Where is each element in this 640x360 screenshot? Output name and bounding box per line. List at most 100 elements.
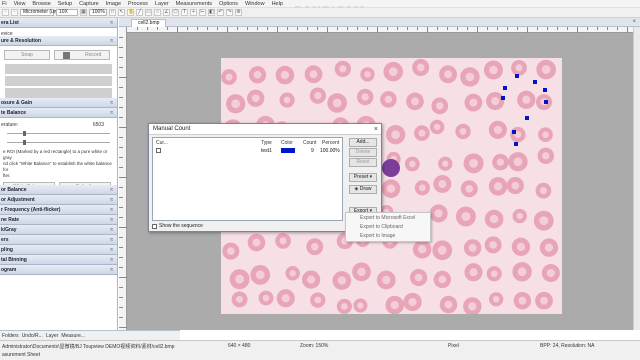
menu-item-image[interactable]: Image bbox=[106, 1, 121, 7]
section-white-balance[interactable]: te Balance ≈ bbox=[0, 108, 117, 118]
red-blood-cell bbox=[301, 270, 321, 289]
menu-item-browse[interactable]: Browse bbox=[32, 1, 50, 7]
arrow-icon[interactable]: ↖ bbox=[118, 9, 125, 16]
section-color-balance[interactable]: or Balance ≈ bbox=[0, 185, 117, 195]
menu-export-excel[interactable]: Export to Microsoft Excel bbox=[346, 214, 430, 223]
count-marker[interactable] bbox=[525, 116, 529, 120]
rect-icon[interactable]: ▭ bbox=[145, 9, 152, 16]
menu-item-process[interactable]: Process bbox=[128, 1, 148, 7]
grid-icon[interactable]: ▦ bbox=[80, 9, 87, 16]
close-icon[interactable]: × bbox=[374, 124, 378, 135]
count-marker[interactable] bbox=[501, 96, 505, 100]
chevron-down-icon: ≈ bbox=[110, 237, 113, 243]
section-sampling[interactable]: pling ≈ bbox=[0, 245, 117, 255]
tab-undo-redo[interactable]: Undo/R... bbox=[22, 333, 43, 339]
format-field[interactable] bbox=[5, 88, 112, 98]
cell-center bbox=[231, 99, 241, 109]
menu-item-options[interactable]: Options bbox=[219, 1, 238, 7]
close-icon[interactable]: × bbox=[632, 19, 636, 25]
cell-center bbox=[289, 270, 296, 277]
section-grayscale[interactable]: k/Gray ≈ bbox=[0, 225, 117, 235]
count-icon[interactable]: + bbox=[190, 9, 197, 16]
save-icon[interactable]: ▫ bbox=[2, 9, 9, 16]
cell-center bbox=[418, 129, 426, 137]
count-marker[interactable] bbox=[544, 100, 548, 104]
red-blood-cell bbox=[512, 208, 527, 224]
menu-item-setup[interactable]: Setup bbox=[58, 1, 72, 7]
count-marker[interactable] bbox=[533, 80, 537, 84]
unit-select[interactable]: Micrometer (um) bbox=[20, 9, 60, 16]
reset-button[interactable]: Reset bbox=[349, 158, 377, 167]
settings-icon[interactable]: ⚙ bbox=[235, 9, 242, 16]
tab-measure[interactable]: Measure... bbox=[61, 333, 85, 339]
polygon-icon[interactable]: ⬠ bbox=[172, 9, 179, 16]
tab-folders[interactable]: Folders bbox=[2, 333, 19, 339]
line-icon[interactable]: ╱ bbox=[136, 9, 143, 16]
zoom-select[interactable]: 100% bbox=[89, 9, 107, 16]
count-marker[interactable] bbox=[503, 86, 507, 90]
menu-item-measurements[interactable]: Measurements bbox=[176, 1, 212, 7]
row-color-swatch[interactable] bbox=[281, 148, 295, 153]
redo-icon[interactable]: ↷ bbox=[226, 9, 233, 16]
open-icon[interactable]: ▫ bbox=[11, 9, 18, 16]
vertical-scrollbar[interactable] bbox=[633, 27, 640, 330]
section-exposure-gain[interactable]: osure & Gain ≈ bbox=[0, 98, 117, 108]
angle-icon[interactable]: ∠ bbox=[163, 9, 170, 16]
undo-icon[interactable]: ↶ bbox=[217, 9, 224, 16]
record-button[interactable]: Record bbox=[54, 50, 110, 60]
show-sequence-checkbox[interactable] bbox=[152, 223, 157, 229]
ruler-tick bbox=[597, 27, 598, 30]
text-icon[interactable]: T bbox=[181, 9, 188, 16]
section-frame-rate[interactable]: ne Rate ≈ bbox=[0, 215, 117, 225]
tab-cell2[interactable]: cell2.bmp bbox=[131, 19, 167, 27]
snap-button[interactable]: Snap bbox=[4, 50, 50, 60]
fit-icon[interactable]: □ bbox=[109, 9, 116, 16]
tint-slider[interactable] bbox=[7, 140, 110, 145]
section-color-adjustment[interactable]: or Adjustment ≈ bbox=[0, 195, 117, 205]
section-binning[interactable]: tal Binning ≈ bbox=[0, 255, 117, 265]
count-marker[interactable] bbox=[515, 74, 519, 78]
color-icon[interactable]: ◧ bbox=[208, 9, 215, 16]
ruler-tick bbox=[119, 267, 123, 268]
section-misc[interactable]: ers ≈ bbox=[0, 235, 117, 245]
ruler-tick bbox=[119, 237, 123, 238]
red-blood-cell bbox=[484, 209, 504, 229]
menu-export-image[interactable]: Export to Image bbox=[346, 232, 430, 241]
menu-item-capture[interactable]: Capture bbox=[79, 1, 99, 7]
row-current-checkbox[interactable] bbox=[156, 148, 161, 153]
measurement-sheet-tab[interactable]: asurement Sheet bbox=[2, 352, 40, 358]
count-table[interactable]: Cur... Type Color Count Percent test1 9 … bbox=[152, 137, 343, 221]
ruler-tick bbox=[119, 297, 123, 298]
menu-item-layer[interactable]: Layer bbox=[155, 1, 169, 7]
circle-icon[interactable]: ○ bbox=[154, 9, 161, 16]
section-histogram[interactable]: ogram ≈ bbox=[0, 265, 117, 275]
menu-item-view[interactable]: View bbox=[14, 1, 26, 7]
section-frequency[interactable]: r Frequency (Anti-flicker) ≈ bbox=[0, 205, 117, 215]
ruler-tick bbox=[327, 27, 328, 33]
menu-item-file[interactable]: Fi bbox=[2, 1, 7, 7]
cell-center bbox=[280, 70, 290, 80]
dialog-title-bar[interactable]: Manual Count × bbox=[149, 124, 381, 135]
menu-export-clipboard[interactable]: Export to Clipboard bbox=[346, 223, 430, 232]
draw-button[interactable]: ◈ Draw bbox=[349, 185, 377, 194]
count-marker[interactable] bbox=[543, 88, 547, 92]
tab-layer[interactable]: Layer bbox=[46, 333, 59, 339]
count-marker[interactable] bbox=[514, 142, 518, 146]
count-marker[interactable] bbox=[512, 130, 516, 134]
section-camera-list[interactable]: era List ≈ bbox=[0, 18, 117, 28]
section-capture-resolution[interactable]: ure & Resolution ≈ bbox=[0, 36, 117, 46]
red-blood-cell bbox=[285, 266, 300, 281]
resolution-field[interactable] bbox=[5, 64, 112, 74]
delete-button[interactable]: Delete bbox=[349, 148, 377, 157]
cell-center bbox=[361, 93, 369, 101]
temperature-slider[interactable] bbox=[7, 131, 110, 136]
show-sequence-option[interactable]: Show the sequence bbox=[152, 223, 203, 229]
magnification-select[interactable]: 10X bbox=[56, 9, 78, 16]
scale-icon[interactable]: ⊢ bbox=[199, 9, 206, 16]
cell-center bbox=[417, 245, 427, 254]
hand-icon[interactable]: ✋ bbox=[127, 9, 134, 16]
preset-button[interactable]: Preset ▾ bbox=[349, 173, 377, 182]
add-button[interactable]: Add... bbox=[349, 138, 377, 147]
capture-field[interactable] bbox=[5, 76, 112, 86]
cell-center bbox=[465, 72, 475, 82]
